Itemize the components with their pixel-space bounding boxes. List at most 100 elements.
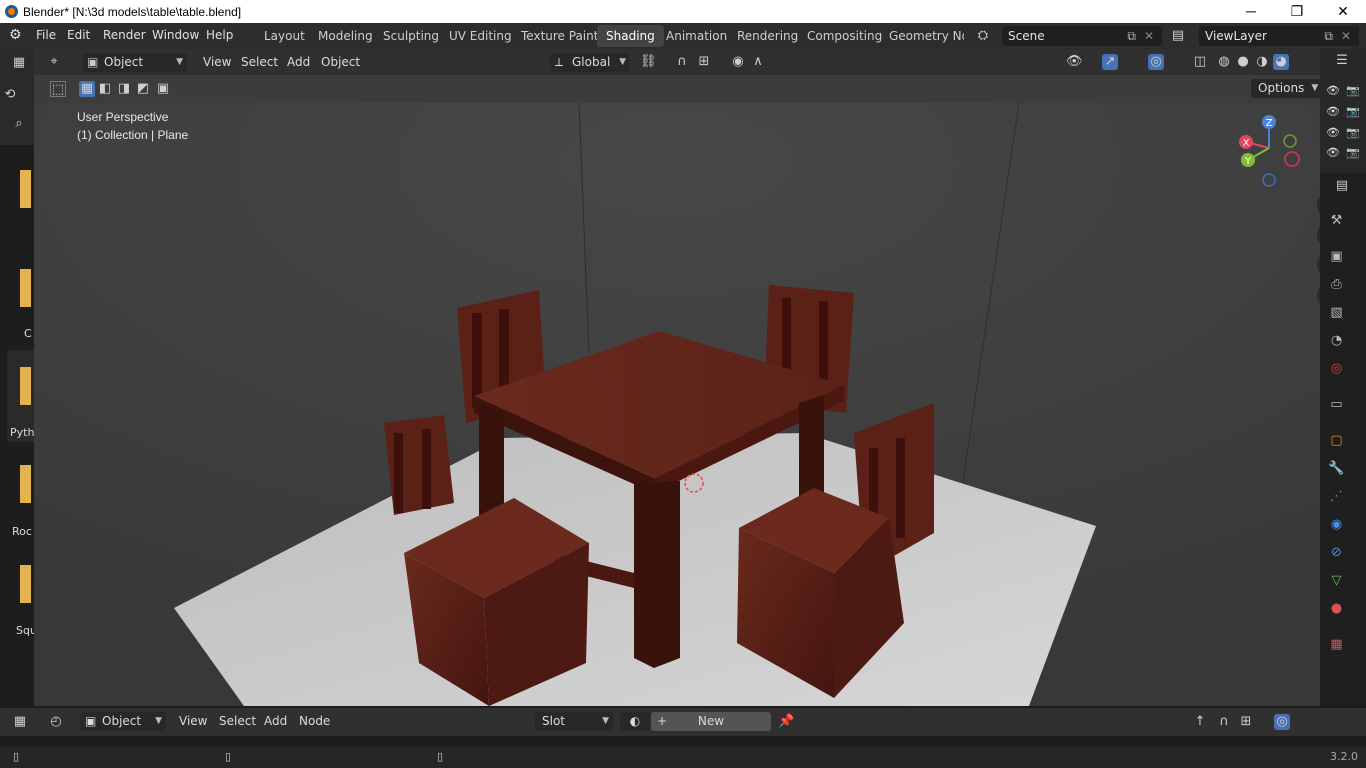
copy-viewlayer-icon[interactable]: ⧉ bbox=[1324, 26, 1333, 46]
scene-selector-icon[interactable]: ⛭ bbox=[975, 28, 991, 44]
menu-select[interactable]: Select bbox=[241, 53, 278, 72]
select-subtract-icon[interactable]: ◨ bbox=[116, 81, 132, 97]
remove-viewlayer-icon[interactable]: ✕ bbox=[1341, 26, 1351, 46]
physics-properties-icon[interactable]: ◉ bbox=[1328, 516, 1345, 533]
tab-shading[interactable]: Shading bbox=[597, 25, 664, 47]
world-properties-icon[interactable]: ◎ bbox=[1328, 360, 1345, 377]
folder-icon[interactable] bbox=[20, 367, 31, 405]
parent-directory-icon[interactable]: ⟲ bbox=[2, 87, 18, 103]
select-intersect-icon[interactable]: ▣ bbox=[155, 81, 171, 97]
menu-view[interactable]: View bbox=[203, 53, 231, 72]
select-new-icon[interactable]: ▦ bbox=[79, 81, 95, 97]
texture-properties-icon[interactable]: ▦ bbox=[1328, 636, 1345, 653]
pivot-point-icon[interactable]: ⛓ bbox=[640, 54, 657, 70]
menu-window[interactable]: Window bbox=[152, 28, 199, 42]
options-dropdown[interactable]: Options ▼ bbox=[1251, 79, 1323, 98]
hide-in-viewport-icon[interactable]: 👁 bbox=[1326, 105, 1340, 118]
disable-render-icon[interactable]: 📷 bbox=[1346, 126, 1360, 139]
tab-modeling[interactable]: Modeling bbox=[309, 25, 382, 47]
viewlayer-field[interactable]: ViewLayer ⧉ ✕ bbox=[1199, 26, 1359, 46]
hide-in-viewport-icon[interactable]: 👁 bbox=[1326, 126, 1340, 139]
select-invert-icon[interactable]: ◩ bbox=[135, 81, 151, 97]
gizmo-toggle-icon[interactable]: ↗ bbox=[1102, 54, 1118, 70]
remove-scene-icon[interactable]: ✕ bbox=[1144, 26, 1154, 46]
navigation-gizmo[interactable]: Z X Y bbox=[1232, 110, 1302, 192]
minimize-button[interactable]: ─ bbox=[1228, 0, 1274, 23]
disable-render-icon[interactable]: 📷 bbox=[1346, 146, 1360, 159]
shader-type-icon[interactable]: ◴ bbox=[48, 714, 64, 730]
pin-icon[interactable]: 📌 bbox=[778, 714, 794, 730]
rendered-shading-icon[interactable]: ◕ bbox=[1273, 54, 1289, 70]
folder-icon[interactable] bbox=[20, 170, 31, 208]
snap-icon[interactable]: ∩ bbox=[674, 54, 690, 70]
maximize-button[interactable]: ❐ bbox=[1274, 0, 1320, 23]
snap-mode-icon[interactable]: ⊞ bbox=[1238, 714, 1254, 730]
disable-render-icon[interactable]: 📷 bbox=[1346, 105, 1360, 118]
particles-properties-icon[interactable]: ⋰ bbox=[1328, 488, 1345, 505]
menu-help[interactable]: Help bbox=[206, 28, 233, 42]
menu-add[interactable]: Add bbox=[287, 53, 310, 72]
material-browse-icon[interactable]: ◐ bbox=[620, 712, 650, 731]
wireframe-shading-icon[interactable]: ◍ bbox=[1216, 54, 1232, 70]
output-properties-icon[interactable]: ⎙ bbox=[1328, 276, 1345, 293]
tab-sculpting[interactable]: Sculpting bbox=[374, 25, 448, 47]
modifier-properties-icon[interactable]: 🔧 bbox=[1328, 460, 1345, 477]
menu-node[interactable]: Node bbox=[299, 712, 330, 731]
new-material-button[interactable]: + New bbox=[651, 712, 771, 731]
menu-render[interactable]: Render bbox=[103, 28, 146, 42]
blender-menu-icon[interactable]: ⚙ bbox=[9, 27, 22, 43]
viewlayer-selector-icon[interactable]: ▤ bbox=[1170, 28, 1186, 44]
gizmo-neg-z[interactable] bbox=[1262, 173, 1276, 187]
menu-edit[interactable]: Edit bbox=[67, 28, 90, 42]
material-properties-icon[interactable]: ● bbox=[1328, 600, 1345, 617]
snap-icon[interactable]: ∩ bbox=[1216, 714, 1232, 730]
snap-target-icon[interactable]: ⊞ bbox=[696, 54, 712, 70]
tab-layout[interactable]: Layout bbox=[255, 25, 314, 47]
proportional-edit-icon[interactable]: ◉ bbox=[730, 54, 746, 70]
folder-icon[interactable] bbox=[20, 565, 31, 603]
select-tool-icon[interactable]: ⬚ bbox=[50, 81, 66, 97]
close-button[interactable]: ✕ bbox=[1320, 0, 1366, 23]
scene-properties-icon[interactable]: ◔ bbox=[1328, 332, 1345, 349]
file-browser-editor-icon[interactable]: ▦ bbox=[11, 55, 27, 71]
tab-uv-editing[interactable]: UV Editing bbox=[440, 25, 521, 47]
mode-dropdown[interactable]: ▣ Object Mode ▼ bbox=[82, 53, 187, 88]
overlays-toggle-icon[interactable]: ◎ bbox=[1148, 54, 1164, 70]
material-preview-icon[interactable]: ◑ bbox=[1254, 54, 1270, 70]
data-properties-icon[interactable]: ▽ bbox=[1328, 572, 1345, 589]
3d-viewport[interactable]: User Perspective (1) Collection | Plane … bbox=[34, 103, 1320, 706]
folder-icon[interactable] bbox=[20, 465, 31, 503]
copy-scene-icon[interactable]: ⧉ bbox=[1127, 26, 1136, 46]
menu-object[interactable]: Object bbox=[321, 53, 360, 72]
solid-shading-icon[interactable]: ● bbox=[1235, 54, 1251, 70]
search-icon[interactable]: ⌕ bbox=[11, 116, 27, 132]
gizmo-neg-x[interactable] bbox=[1284, 151, 1300, 167]
tab-compositing[interactable]: Compositing bbox=[798, 25, 891, 47]
overlays-toggle-icon[interactable]: ◎ bbox=[1274, 714, 1290, 730]
gizmo-neg-y[interactable] bbox=[1283, 134, 1297, 148]
menu-view[interactable]: View bbox=[179, 712, 207, 731]
editor-type-icon[interactable]: ▦ bbox=[12, 714, 28, 730]
tab-geometry-nodes[interactable]: Geometry Noc bbox=[880, 25, 964, 47]
object-properties-icon[interactable]: ▢ bbox=[1328, 432, 1345, 449]
disable-render-icon[interactable]: 📷 bbox=[1346, 84, 1360, 97]
hide-in-viewport-icon[interactable]: 👁 bbox=[1326, 84, 1340, 97]
render-properties-icon[interactable]: ▣ bbox=[1328, 248, 1345, 265]
tab-texture-paint[interactable]: Texture Paint bbox=[512, 25, 607, 47]
slot-dropdown[interactable]: Slot ▼ bbox=[535, 712, 613, 731]
menu-add[interactable]: Add bbox=[264, 712, 287, 731]
parent-node-tree-icon[interactable]: ↑ bbox=[1192, 714, 1208, 730]
xray-toggle-icon[interactable]: ◫ bbox=[1192, 54, 1208, 70]
outliner-editor-icon[interactable]: ☰ bbox=[1334, 53, 1350, 69]
constraints-properties-icon[interactable]: ⊘ bbox=[1328, 544, 1345, 561]
tool-properties-icon[interactable]: ⚒ bbox=[1328, 212, 1345, 229]
orientation-dropdown[interactable]: ⟂ Global ▼ bbox=[550, 53, 630, 72]
editor-type-icon[interactable]: ⌖ bbox=[46, 54, 62, 70]
tab-animation[interactable]: Animation bbox=[657, 25, 736, 47]
collection-properties-icon[interactable]: ▭ bbox=[1328, 396, 1345, 413]
folder-icon[interactable] bbox=[20, 269, 31, 307]
falloff-icon[interactable]: ∧ bbox=[750, 54, 766, 70]
hide-in-viewport-icon[interactable]: 👁 bbox=[1326, 146, 1340, 159]
menu-file[interactable]: File bbox=[36, 28, 56, 42]
properties-editor-icon[interactable]: ▤ bbox=[1334, 178, 1350, 194]
